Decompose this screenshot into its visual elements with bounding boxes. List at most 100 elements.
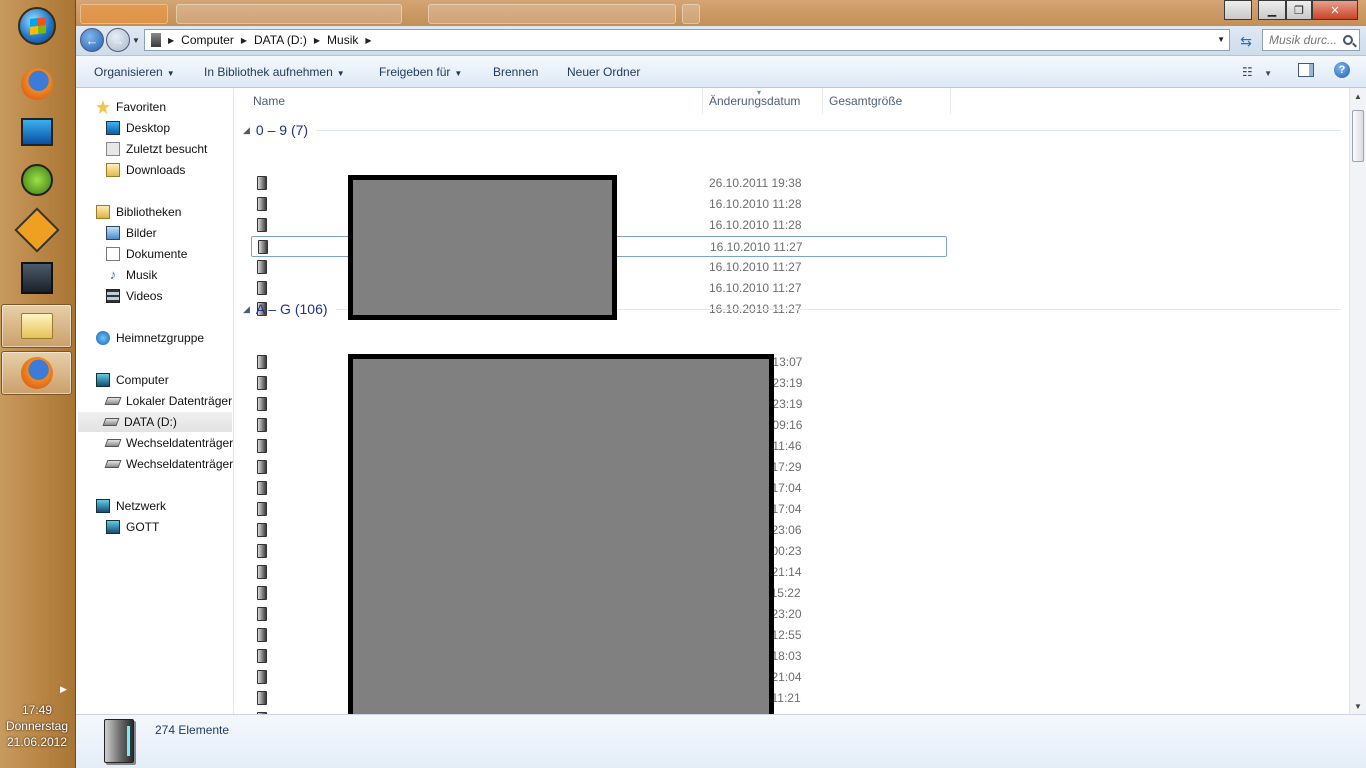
chevron-right-icon[interactable]: ▶ [238, 36, 250, 45]
search-icon[interactable] [1343, 35, 1353, 45]
show-hidden-icons-arrow[interactable]: ▶ [60, 684, 67, 695]
collapse-triangle-icon[interactable]: ◢ [243, 125, 250, 136]
column-header-size[interactable]: Gesamtgröße [823, 88, 951, 114]
nav-recent[interactable]: Zuletzt besucht [106, 139, 207, 159]
film-icon [106, 289, 120, 303]
taskbar-app-bolt[interactable] [14, 207, 60, 253]
nav-pictures[interactable]: Bilder [106, 223, 157, 243]
nav-label: GOTT [126, 520, 160, 534]
help-icon: ? [1338, 64, 1346, 76]
system-clock[interactable]: 17:49 Donnerstag 21.06.2012 [0, 702, 74, 750]
start-button[interactable] [14, 6, 60, 46]
nav-removable-drive[interactable]: Wechseldatenträger [104, 433, 233, 453]
nav-music[interactable]: ♪ Musik [106, 265, 158, 285]
background-window-tab[interactable] [682, 4, 700, 24]
minimize-button[interactable]: ▁ [1258, 0, 1286, 20]
chevron-right-icon[interactable]: ▶ [311, 36, 323, 45]
chevron-right-icon[interactable]: ▶ [165, 36, 177, 45]
windows-logo-icon [18, 7, 56, 45]
folder-icon [257, 439, 267, 453]
taskbar-app-green[interactable] [14, 160, 60, 200]
recent-places-icon [106, 142, 120, 156]
nav-favorites[interactable]: Favoriten [96, 97, 166, 117]
folder-icon [257, 281, 267, 295]
search-input[interactable] [1269, 33, 1343, 47]
scroll-up-arrow-icon[interactable]: ▲ [1350, 88, 1366, 104]
clock-date: 21.06.2012 [6, 735, 68, 749]
taskbar-remote-desktop[interactable] [14, 112, 60, 152]
maximize-button[interactable]: ❐ [1286, 0, 1312, 20]
folder-icon [257, 481, 267, 495]
help-button[interactable]: ? [1334, 62, 1350, 78]
homegroup-icon [96, 331, 110, 345]
chevron-down-icon: ▼ [336, 69, 345, 78]
arrow-left-icon: ← [85, 32, 99, 48]
add-to-library-button[interactable]: In Bibliothek aufnehmen ▼ [204, 65, 345, 79]
nav-label: Heimnetzgruppe [116, 331, 205, 345]
folder-icon [257, 176, 267, 190]
organize-button[interactable]: Organisieren ▼ [94, 65, 175, 79]
change-view-button[interactable]: ☷ ▼ [1242, 65, 1272, 79]
forward-button[interactable]: → [106, 28, 130, 52]
chevron-right-icon[interactable]: ▶ [362, 36, 374, 45]
folder-icon [258, 240, 268, 254]
nav-downloads[interactable]: Downloads [106, 160, 185, 180]
collapse-triangle-icon[interactable]: ◢ [243, 304, 250, 315]
refresh-icon: ⇆ [1240, 32, 1252, 49]
nav-network[interactable]: Netzwerk [96, 496, 166, 516]
taskbar-firefox[interactable] [14, 64, 60, 104]
share-with-button[interactable]: Freigeben für ▼ [379, 65, 462, 79]
nav-videos[interactable]: Videos [106, 286, 162, 306]
burn-button[interactable]: Brennen [493, 65, 538, 79]
breadcrumb-data-drive[interactable]: DATA (D:) [250, 30, 311, 50]
nav-removable-drive[interactable]: Wechseldatenträger [104, 454, 234, 474]
folder-icon [20, 313, 53, 339]
nav-local-disk[interactable]: Lokaler Datenträger [104, 391, 233, 411]
refresh-button[interactable]: ⇆ [1235, 30, 1257, 52]
folder-icon [257, 586, 267, 600]
nav-computer[interactable]: Computer [96, 370, 169, 390]
close-button[interactable]: ✕ [1312, 0, 1358, 20]
folder-icon [257, 376, 267, 390]
nav-libraries[interactable]: Bibliotheken [96, 202, 181, 222]
documents-icon [106, 247, 120, 261]
nav-desktop[interactable]: Desktop [106, 118, 170, 138]
preview-pane-button[interactable] [1298, 63, 1314, 77]
back-button[interactable]: ← [80, 28, 104, 52]
taskbar-explorer[interactable] [1, 304, 72, 348]
folder-icon [257, 670, 267, 684]
vertical-scrollbar[interactable]: ▲ ▼ [1349, 88, 1366, 714]
column-header-modified[interactable]: Änderungsdatum [703, 88, 823, 114]
path-history-dropdown[interactable]: ▼ [1217, 35, 1225, 44]
folder-icon [257, 565, 267, 579]
nav-label: Wechseldatenträger [126, 457, 234, 471]
group-header[interactable]: ◢ 0 – 9 (7) [243, 120, 1341, 140]
new-folder-button[interactable]: Neuer Ordner [567, 65, 640, 79]
hard-drive-icon [102, 418, 120, 426]
arrow-right-icon: → [111, 32, 125, 48]
search-box[interactable] [1262, 29, 1360, 51]
folder-icon [257, 649, 267, 663]
scrollbar-thumb[interactable] [1352, 110, 1364, 162]
taskbar-firefox-window[interactable] [1, 351, 72, 395]
nav-network-host[interactable]: GOTT [106, 517, 159, 537]
nav-documents[interactable]: Dokumente [106, 244, 187, 264]
column-header-name[interactable]: Name [235, 88, 703, 114]
explorer-window: ← → ▼ ▶ Computer ▶ DATA (D:) ▶ Musik ▶ ▼… [76, 26, 1366, 768]
background-window-tab[interactable] [428, 4, 676, 24]
recent-pages-dropdown[interactable]: ▼ [132, 36, 140, 45]
background-window-tab[interactable] [176, 4, 402, 24]
breadcrumb-computer[interactable]: Computer [177, 30, 238, 50]
folder-icon [257, 628, 267, 642]
add-to-library-label: In Bibliothek aufnehmen [204, 65, 333, 79]
nav-homegroup[interactable]: Heimnetzgruppe [96, 328, 204, 348]
nav-label: Lokaler Datenträger [126, 394, 233, 408]
nav-data-drive[interactable]: DATA (D:) [78, 412, 232, 432]
scroll-down-arrow-icon[interactable]: ▼ [1350, 698, 1366, 714]
breadcrumb-music[interactable]: Musik [323, 30, 362, 50]
window-extra-button[interactable] [1224, 0, 1252, 20]
file-list: Name ▾ Änderungsdatum Gesamtgröße ◢ 0 – 9… [235, 88, 1349, 714]
breadcrumb[interactable]: ▶ Computer ▶ DATA (D:) ▶ Musik ▶ ▼ [144, 29, 1230, 51]
background-window-tab[interactable] [80, 4, 168, 24]
taskbar-game[interactable] [14, 258, 60, 298]
